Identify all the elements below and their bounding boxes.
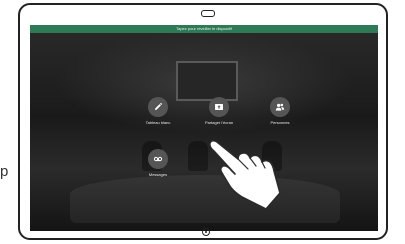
camera-icon (201, 10, 215, 17)
home-button[interactable] (202, 228, 210, 236)
people-icon (275, 103, 285, 111)
messages-button[interactable]: Messages (128, 149, 188, 177)
people-label: Personnes (270, 120, 290, 125)
pointing-hand-icon (209, 139, 281, 210)
share-screen-icon (215, 104, 223, 110)
whiteboard-label: Tableau blanc (145, 120, 171, 125)
whiteboard-button[interactable]: Tableau blanc (128, 97, 188, 125)
wall-display (176, 61, 238, 101)
tablet-device: Tapez pour réveiller le dispositif Table… (18, 3, 388, 240)
conference-table (70, 175, 340, 223)
messages-label: Messages (148, 172, 168, 177)
touch-screen[interactable]: Tapez pour réveiller le dispositif Table… (30, 25, 378, 231)
people-button[interactable]: Personnes (250, 97, 310, 125)
share-screen-button[interactable]: Partager l'écran (189, 97, 249, 125)
voicemail-icon (153, 156, 163, 162)
partial-side-text: p (0, 163, 9, 180)
chair (188, 141, 208, 171)
people-circle[interactable] (270, 97, 290, 117)
whiteboard-circle[interactable] (148, 97, 168, 117)
share-screen-label: Partager l'écran (204, 120, 234, 125)
messages-circle[interactable] (148, 149, 168, 169)
status-bar: Tapez pour réveiller le dispositif (30, 25, 378, 33)
share-screen-circle[interactable] (209, 97, 229, 117)
pencil-icon (155, 102, 162, 110)
meeting-room-background (30, 25, 378, 231)
